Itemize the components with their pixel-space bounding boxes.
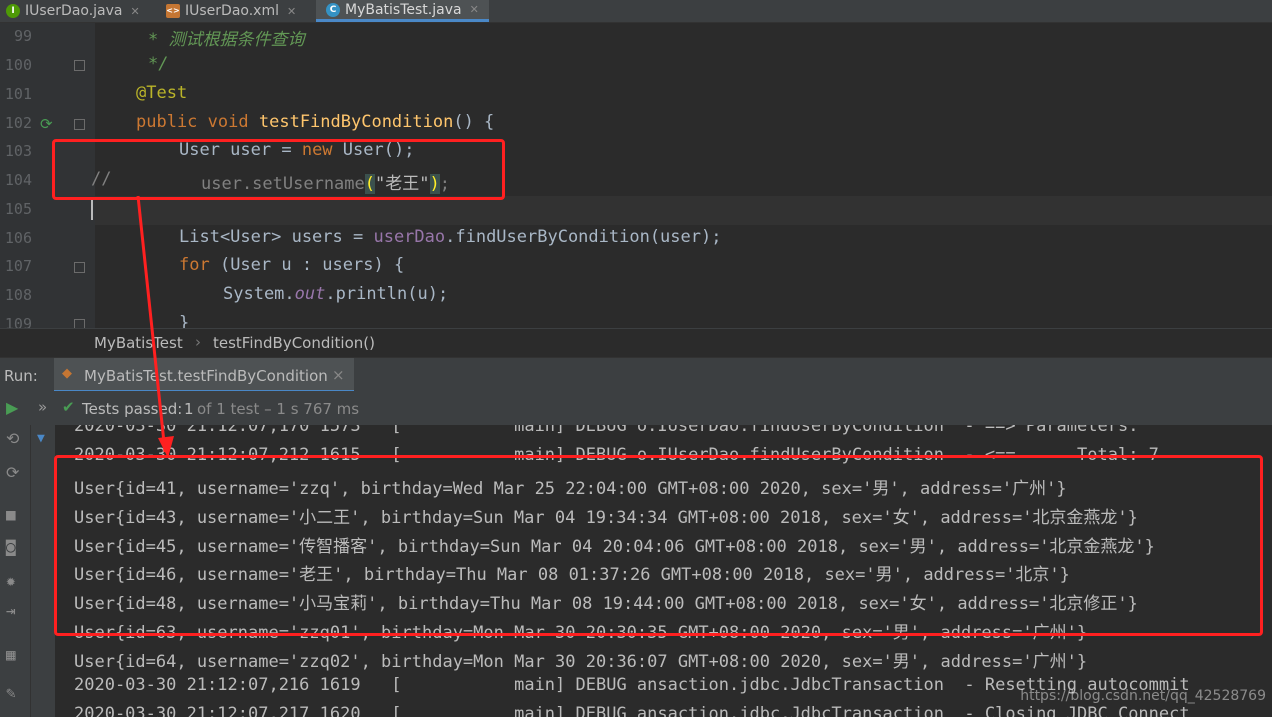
arrow-head (158, 436, 174, 458)
annotation-arrow (136, 195, 174, 458)
arrow-shaft (136, 195, 167, 453)
watermark: https://blog.csdn.net/qq_42528769 (1020, 688, 1266, 704)
